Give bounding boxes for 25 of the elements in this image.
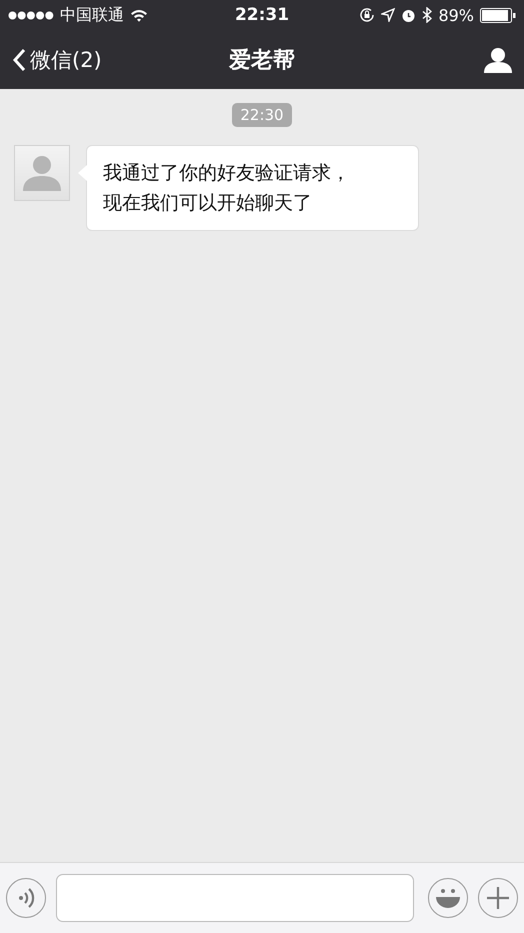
message-input[interactable] xyxy=(56,874,414,922)
signal-icon xyxy=(8,10,54,20)
emoji-button[interactable] xyxy=(428,878,468,918)
alarm-icon xyxy=(401,8,416,22)
back-chevron-icon xyxy=(12,48,26,72)
location-icon xyxy=(381,8,396,22)
chat-title: 爱老帮 xyxy=(229,46,295,74)
battery-percentage: 89% xyxy=(438,6,474,24)
rotation-lock-icon xyxy=(359,7,376,23)
bubble-tail xyxy=(78,165,87,181)
timestamp: 22:30 xyxy=(232,103,292,127)
person-icon xyxy=(484,46,512,72)
message-bubble: 我通过了你的好友验证请求，现在我们可以开始聊天了 xyxy=(86,145,419,231)
voice-icon xyxy=(17,887,35,909)
add-button[interactable] xyxy=(478,878,518,918)
plus-icon xyxy=(486,886,510,910)
bluetooth-icon xyxy=(422,7,432,23)
profile-button[interactable] xyxy=(484,46,512,72)
smiley-icon xyxy=(435,887,461,909)
clock: 22:31 xyxy=(234,5,290,25)
voice-button[interactable] xyxy=(6,878,46,918)
carrier-name: 中国联通 xyxy=(60,4,124,26)
back-link[interactable]: 微信(2) xyxy=(12,46,229,74)
wifi-icon xyxy=(130,8,148,22)
battery-icon xyxy=(480,8,516,22)
